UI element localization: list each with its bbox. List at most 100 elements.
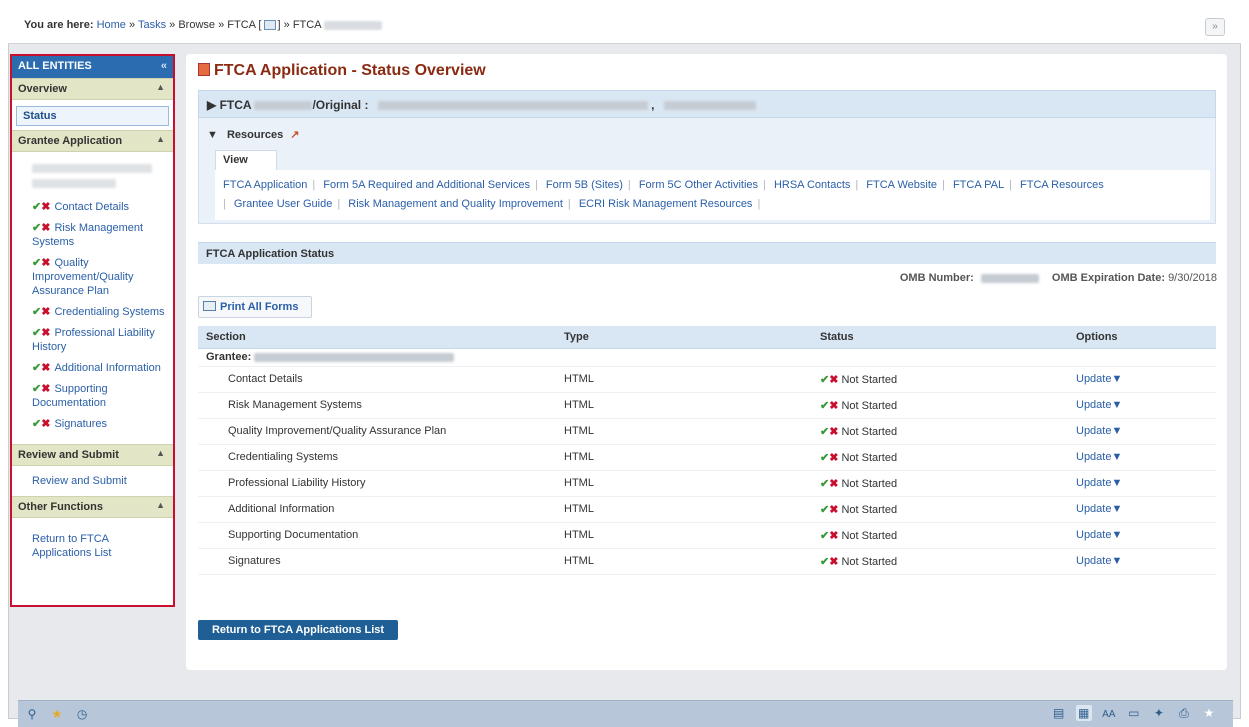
sidebar-item-status[interactable]: Status [16, 106, 169, 126]
external-link-icon[interactable]: ↗ [290, 129, 299, 141]
row-type: HTML [556, 548, 812, 575]
link-hrsa-contacts[interactable]: HRSA Contacts [774, 179, 850, 191]
caret-up-icon: ▲ [156, 82, 165, 92]
row-status-text: Not Started [841, 373, 898, 386]
bottom-toolbar: ⚲ ★ ◷ ▤ ▦ AA ▭ ✦ ⎙ ★ [18, 700, 1233, 727]
sidebar-item-quality-improvement[interactable]: ✔✖ Quality Improvement/Quality Assurance … [32, 256, 169, 298]
tab-view[interactable]: View [215, 150, 277, 170]
resources-toggle[interactable]: ▼ Resources ↗ [207, 128, 300, 141]
print-icon[interactable]: ⎙ [1176, 705, 1192, 721]
link-grantee-user-guide[interactable]: Grantee User Guide [234, 198, 332, 210]
sidebar-item-signatures[interactable]: ✔✖ Signatures [32, 417, 169, 431]
caret-up-icon: ▲ [156, 500, 165, 510]
export-icon[interactable]: ▤ [1051, 705, 1067, 721]
link-form-5c[interactable]: Form 5C Other Activities [639, 179, 758, 191]
row-status: ✔✖ Not Started [812, 496, 1068, 523]
sidebar-item-additional-information[interactable]: ✔✖ Additional Information [32, 361, 169, 375]
dropdown-arrow-icon[interactable]: ▼ [1111, 477, 1122, 489]
update-link[interactable]: Update [1076, 425, 1111, 437]
page-title-text: FTCA Application - Status Overview [214, 62, 486, 79]
redacted-text [663, 101, 756, 111]
dropdown-arrow-icon[interactable]: ▼ [1111, 399, 1122, 411]
row-section: Credentialing Systems [198, 444, 556, 471]
row-status-text: Not Started [841, 451, 898, 464]
sidebar-section-review-submit[interactable]: Review and Submit ▲ [12, 444, 173, 466]
sidebar-item-return-list[interactable]: Return to FTCA Applications List [12, 518, 132, 568]
sidebar-section-grantee-application[interactable]: Grantee Application ▲ [12, 130, 173, 152]
calendar-icon[interactable] [263, 20, 276, 31]
link-form-5a[interactable]: Form 5A Required and Additional Services [323, 179, 530, 191]
row-type: HTML [556, 366, 812, 393]
link-form-5b[interactable]: Form 5B (Sites) [546, 179, 623, 191]
redacted-text [254, 101, 313, 111]
link-ftca-resources[interactable]: FTCA Resources [1020, 179, 1104, 191]
not-started-icon: ✔✖ [820, 503, 839, 516]
breadcrumb-home-link[interactable]: Home [97, 19, 126, 31]
row-status-text: Not Started [841, 477, 898, 490]
history-icon[interactable]: ◷ [74, 706, 90, 722]
update-link[interactable]: Update [1076, 503, 1111, 515]
sidebar-item-contact-details[interactable]: ✔✖ Contact Details [32, 200, 169, 214]
grantee-label: Grantee: [206, 351, 252, 363]
favorite-icon[interactable]: ★ [1201, 705, 1217, 721]
update-link[interactable]: Update [1076, 555, 1111, 567]
row-status: ✔✖ Not Started [812, 418, 1068, 445]
sidebar-section-overview[interactable]: Overview ▲ [12, 78, 173, 100]
row-status: ✔✖ Not Started [812, 522, 1068, 549]
row-options: Update▼ [1068, 470, 1216, 497]
row-type: HTML [556, 522, 812, 549]
return-to-list-button[interactable]: Return to FTCA Applications List [198, 620, 398, 640]
breadcrumb-separator: » [169, 19, 176, 31]
sidebar-item-risk-management[interactable]: ✔✖ Risk Management Systems [32, 221, 169, 249]
sidebar-section-other-functions[interactable]: Other Functions ▲ [12, 496, 173, 518]
main-content: FTCA Application - Status Overview ▶ FTC… [186, 54, 1227, 670]
sidebar-item-professional-liability[interactable]: ✔✖ Professional Liability History [32, 326, 169, 354]
font-size-icon[interactable]: AA [1101, 707, 1117, 723]
form-icon [198, 63, 210, 76]
link-ecri-resources[interactable]: ECRI Risk Management Resources [579, 198, 753, 210]
sidebar-item-review-submit[interactable]: Review and Submit [12, 466, 173, 496]
link-ftca-pal[interactable]: FTCA PAL [953, 179, 1004, 191]
dropdown-arrow-icon[interactable]: ▼ [1111, 373, 1122, 385]
collapse-icon[interactable]: » [1205, 18, 1225, 36]
dropdown-arrow-icon[interactable]: ▼ [1111, 503, 1122, 515]
original-label: /Original : [312, 98, 369, 112]
view-icon[interactable]: ▦ [1075, 705, 1092, 721]
update-link[interactable]: Update [1076, 477, 1111, 489]
update-link[interactable]: Update [1076, 451, 1111, 463]
link-ftca-website[interactable]: FTCA Website [866, 179, 937, 191]
star-icon[interactable]: ★ [49, 706, 65, 722]
collapse-panel-icon[interactable]: « [161, 60, 167, 72]
ftca-application-row[interactable]: ▶ FTCA /Original : , [198, 90, 1216, 118]
printer-icon [203, 301, 216, 311]
row-status-text: Not Started [841, 555, 898, 568]
link-risk-management[interactable]: Risk Management and Quality Improvement [348, 198, 563, 210]
redacted-text [324, 20, 382, 30]
update-link[interactable]: Update [1076, 399, 1111, 411]
all-entities-title: ALL ENTITIES [18, 60, 92, 72]
settings-icon[interactable]: ✦ [1151, 705, 1167, 721]
dropdown-arrow-icon[interactable]: ▼ [1111, 555, 1122, 567]
update-link[interactable]: Update [1076, 529, 1111, 541]
breadcrumb-separator: » [283, 19, 290, 31]
calculator-icon[interactable]: ▭ [1126, 705, 1142, 721]
breadcrumb-tasks-link[interactable]: Tasks [138, 19, 166, 31]
search-icon[interactable]: ⚲ [24, 706, 40, 722]
update-link[interactable]: Update [1076, 373, 1111, 385]
sidebar-item-label: Signatures [54, 418, 108, 430]
row-status: ✔✖ Not Started [812, 470, 1068, 497]
dropdown-arrow-icon[interactable]: ▼ [1111, 529, 1122, 541]
sidebar-item-supporting-documentation[interactable]: ✔✖ Supporting Documentation [32, 382, 169, 410]
breadcrumb-separator: » [218, 19, 225, 31]
row-section: Quality Improvement/Quality Assurance Pl… [198, 418, 556, 445]
row-status-text: Not Started [841, 425, 898, 438]
breadcrumb-ftca-end: ] [277, 19, 281, 31]
print-all-forms-button[interactable]: Print All Forms [198, 296, 312, 318]
comma: , [651, 98, 655, 112]
dropdown-arrow-icon[interactable]: ▼ [1111, 425, 1122, 437]
link-ftca-application[interactable]: FTCA Application [223, 179, 307, 191]
dropdown-arrow-icon[interactable]: ▼ [1111, 451, 1122, 463]
row-section: Risk Management Systems [198, 392, 556, 419]
resources-panel: ▼ Resources ↗ View FTCA Application | For… [198, 118, 1216, 224]
sidebar-item-credentialing[interactable]: ✔✖ Credentialing Systems [32, 305, 169, 319]
